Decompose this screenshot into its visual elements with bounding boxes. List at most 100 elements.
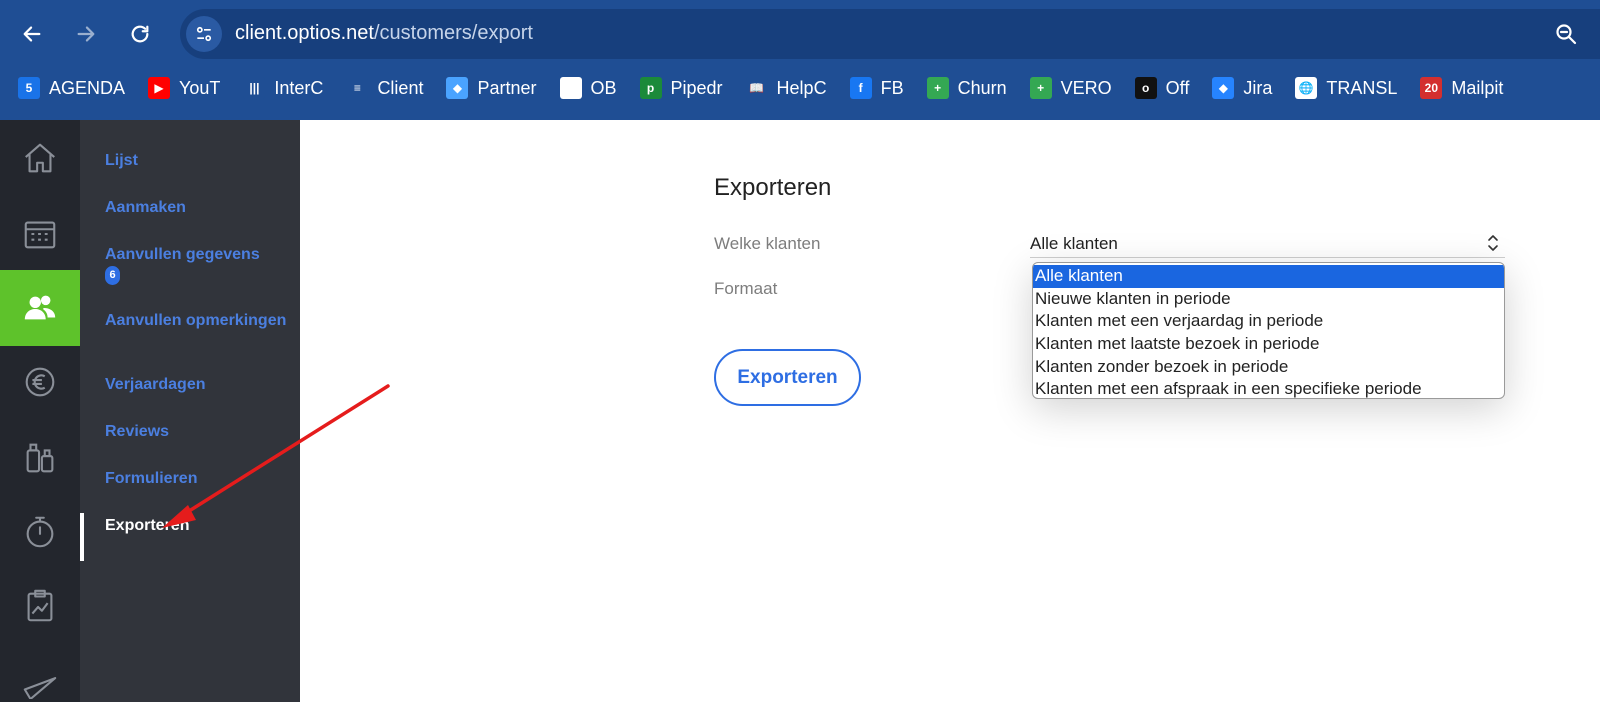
- bookmark-mailpit[interactable]: 20 Mailpit: [1420, 72, 1503, 104]
- bookmark-client[interactable]: ≡ Client: [346, 72, 423, 104]
- export-page: Exporteren Welke klanten Formaat Alle kl…: [300, 120, 1600, 702]
- circle-icon: o: [1134, 77, 1157, 99]
- dropdown-option[interactable]: Klanten met laatste bezoek in periode: [1033, 333, 1504, 356]
- reload-icon: [131, 25, 149, 43]
- bookmark-label: Jira: [1243, 77, 1273, 98]
- dropdown-option[interactable]: Klanten met een verjaardag in periode: [1033, 310, 1504, 333]
- calendar-icon: [24, 221, 56, 249]
- select-value: Alle klanten: [1030, 234, 1118, 253]
- bookmark-label: OB: [590, 77, 617, 98]
- bookmark-transl[interactable]: 🌐 TRANSL: [1295, 72, 1397, 104]
- dropdown-option[interactable]: Klanten zonder bezoek in periode: [1033, 356, 1504, 379]
- subnav-item-label: Formulieren: [105, 470, 198, 487]
- subnav-item-aanvullen-opmerkingen[interactable]: Aanvullen opmerkingen: [105, 312, 295, 330]
- subnav-item-label: Lijst: [105, 152, 138, 169]
- which-customers-select[interactable]: Alle klanten: [1030, 228, 1505, 258]
- customers-dropdown-list: Alle klanten Nieuwe klanten in periode K…: [1032, 262, 1505, 399]
- bookmark-label: Pipedr: [670, 77, 723, 98]
- browser-chrome: client.optios.net/customers/export 5 AGEN…: [0, 0, 1600, 120]
- bookmark-agenda[interactable]: 5 AGENDA: [18, 72, 125, 104]
- bookmark-off[interactable]: o Off: [1134, 72, 1190, 104]
- subnav-item-aanmaken[interactable]: Aanmaken: [105, 199, 295, 217]
- bookmark-label: AGENDA: [49, 77, 126, 98]
- subnav-item-formulieren[interactable]: Formulieren: [105, 470, 295, 488]
- main-nav-rail: [0, 120, 80, 702]
- url-path: /customers/export: [373, 22, 533, 44]
- which-customers-label: Welke klanten: [714, 234, 821, 253]
- active-indicator: [80, 513, 84, 561]
- address-bar[interactable]: client.optios.net/customers/export: [180, 9, 1600, 59]
- bookmark-label: Off: [1165, 77, 1190, 98]
- reload-button[interactable]: [120, 14, 160, 54]
- subnav-item-reviews[interactable]: Reviews: [105, 423, 295, 441]
- users-icon: [24, 295, 56, 320]
- bookmark-partner[interactable]: ◆ Partner: [446, 72, 537, 104]
- products-icon: [26, 443, 54, 473]
- rail-messages[interactable]: [0, 642, 80, 718]
- bookmark-ob[interactable]: OB: [559, 72, 617, 104]
- subnav-item-verjaardagen[interactable]: Verjaardagen: [105, 376, 295, 394]
- url-text[interactable]: client.optios.net/customers/export: [235, 22, 533, 45]
- back-button[interactable]: [12, 14, 52, 54]
- rail-customers[interactable]: [0, 270, 80, 346]
- calendar-icon: 5: [18, 77, 40, 99]
- bookmark-interc[interactable]: ||| InterC: [243, 72, 323, 104]
- subnav-item-lijst[interactable]: Lijst: [105, 152, 295, 170]
- bookmark-label: TRANSL: [1326, 77, 1398, 98]
- bookmark-churn[interactable]: + Churn: [926, 72, 1007, 104]
- bookmark-helpc[interactable]: 📖 HelpC: [745, 72, 827, 104]
- home-icon: [25, 143, 55, 173]
- format-label: Formaat: [714, 279, 778, 298]
- export-button[interactable]: Exporteren: [714, 349, 861, 406]
- dropdown-option[interactable]: Klanten met een afspraak in een specifie…: [1033, 378, 1504, 398]
- bookmark-fb[interactable]: f FB: [849, 72, 904, 104]
- dropdown-option[interactable]: Nieuwe klanten in periode: [1033, 288, 1504, 311]
- bookmark-jira[interactable]: ◆ Jira: [1212, 72, 1272, 104]
- stopwatch-icon: [26, 516, 54, 548]
- customers-subnav: Lijst Aanmaken Aanvullen gegevens 6 Aanvu…: [80, 120, 300, 702]
- rail-home[interactable]: [0, 120, 80, 196]
- pipedrive-icon: p: [639, 77, 662, 99]
- arrow-right-icon: [77, 26, 95, 42]
- partner-icon: ◆: [446, 77, 469, 99]
- bookmark-label: InterC: [274, 77, 324, 98]
- jira-icon: ◆: [1212, 77, 1235, 99]
- bookmark-label: Partner: [477, 77, 537, 98]
- book-icon: 📖: [745, 77, 768, 99]
- euro-icon: [25, 367, 55, 397]
- bookmark-vero[interactable]: + VERO: [1029, 72, 1112, 104]
- url-host: client.optios.net: [235, 22, 374, 44]
- chevron-updown-icon: [1488, 235, 1498, 251]
- subnav-item-label: Verjaardagen: [105, 376, 206, 393]
- zoom-icon[interactable]: [1554, 22, 1578, 46]
- intercom-icon: |||: [243, 77, 266, 99]
- bookmark-label: Client: [377, 77, 424, 98]
- rail-products[interactable]: [0, 420, 80, 496]
- globe-icon: 🌐: [1295, 77, 1318, 99]
- youtube-icon: ▶: [148, 77, 171, 99]
- subnav-item-label: Aanvullen gegevens: [105, 246, 260, 263]
- bookmark-label: FB: [880, 77, 904, 98]
- rail-timer[interactable]: [0, 494, 80, 570]
- mailpit-icon: 20: [1420, 77, 1443, 99]
- subnav-item-exporteren[interactable]: Exporteren: [105, 517, 295, 535]
- bookmark-label: Churn: [957, 77, 1007, 98]
- bookmark-pipedr[interactable]: p Pipedr: [639, 72, 723, 104]
- subnav-item-aanvullen-gegevens[interactable]: Aanvullen gegevens 6: [105, 246, 295, 285]
- bookmark-yout[interactable]: ▶ YouT: [148, 72, 220, 104]
- count-badge: 6: [105, 266, 120, 285]
- bookmark-label: YouT: [179, 77, 221, 98]
- subnav-item-label: Aanmaken: [105, 199, 186, 216]
- tune-icon: [196, 26, 212, 42]
- rail-agenda[interactable]: [0, 196, 80, 272]
- sheets-icon: +: [926, 77, 949, 99]
- rail-finance[interactable]: [0, 344, 80, 420]
- rail-reports[interactable]: [0, 568, 80, 644]
- site-info-button[interactable]: [186, 16, 222, 52]
- forward-button[interactable]: [66, 14, 106, 54]
- client-icon: ≡: [346, 77, 369, 99]
- sheets-icon: +: [1029, 77, 1052, 99]
- arrow-left-icon: [23, 26, 41, 42]
- app: Lijst Aanmaken Aanvullen gegevens 6 Aanvu…: [0, 120, 1600, 702]
- dropdown-option[interactable]: Alle klanten: [1033, 265, 1504, 288]
